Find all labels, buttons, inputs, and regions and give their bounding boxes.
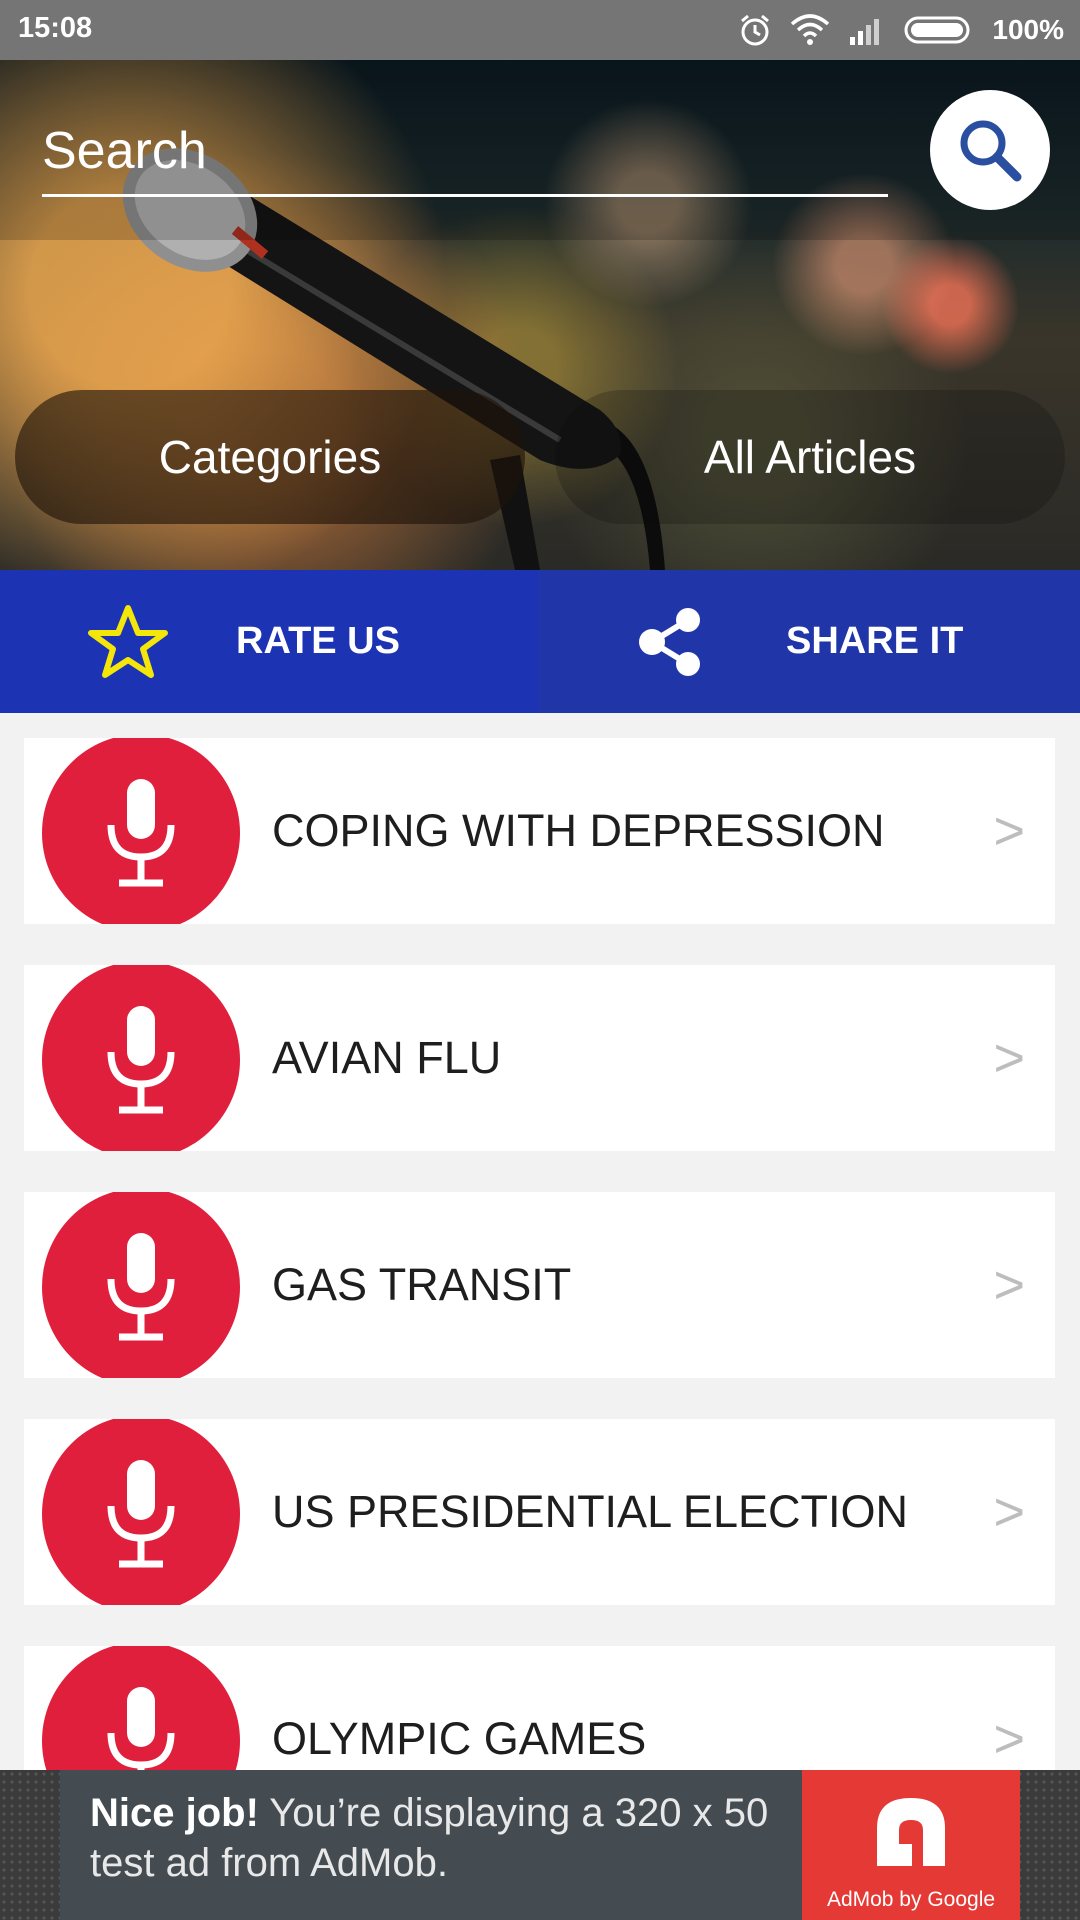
rate-us-label: RATE US	[236, 620, 400, 662]
microphone-icon	[42, 1419, 240, 1605]
article-row-gas-transit[interactable]: GAS TRANSIT >	[24, 1192, 1055, 1378]
share-it-button[interactable]: SHARE IT	[538, 570, 1080, 713]
microphone-icon	[42, 738, 240, 924]
status-time: 15:08	[18, 12, 93, 44]
article-title: GAS TRANSIT	[272, 1259, 572, 1310]
wifi-icon	[791, 14, 830, 45]
microphone-icon	[42, 1192, 240, 1378]
share-icon	[630, 606, 710, 678]
ad-banner[interactable]: Nice job! You’re displaying a 320 x 50 t…	[0, 1770, 1080, 1920]
search-button[interactable]	[930, 90, 1050, 210]
admob-logo-icon	[877, 1798, 945, 1866]
microphone-icon	[42, 965, 240, 1151]
search-bar	[0, 60, 1080, 240]
tab-all-articles[interactable]: All Articles	[555, 390, 1065, 524]
rate-us-button[interactable]: RATE US	[0, 570, 538, 713]
ad-content[interactable]: Nice job! You’re displaying a 320 x 50 t…	[60, 1770, 1020, 1920]
battery-icon	[904, 16, 970, 44]
chevron-right-icon: >	[993, 801, 1025, 861]
article-row-avian-flu[interactable]: AVIAN FLU >	[24, 965, 1055, 1151]
article-title: COPING WITH DEPRESSION	[272, 805, 885, 856]
article-title: US PRESIDENTIAL ELECTION	[272, 1486, 908, 1537]
status-bar: 15:08 100%	[0, 0, 1080, 60]
ad-text: Nice job! You’re displaying a 320 x 50 t…	[90, 1788, 830, 1888]
ad-headline: Nice job!	[90, 1791, 259, 1835]
alarm-icon	[741, 14, 770, 46]
admob-logo[interactable]: AdMob by Google	[802, 1770, 1020, 1920]
search-input[interactable]	[42, 108, 888, 197]
tab-categories[interactable]: Categories	[15, 390, 525, 524]
chevron-right-icon: >	[993, 1482, 1025, 1542]
share-it-label: SHARE IT	[786, 620, 964, 662]
action-bar: RATE US SHARE IT	[0, 570, 1080, 713]
article-list: COPING WITH DEPRESSION > AVIAN FLU > GAS…	[24, 738, 1055, 1873]
battery-percent: 100%	[992, 14, 1064, 45]
search-icon	[960, 120, 1022, 182]
chevron-right-icon: >	[993, 1028, 1025, 1088]
article-row-us-presidential-election[interactable]: US PRESIDENTIAL ELECTION >	[24, 1419, 1055, 1605]
ad-brand: AdMob by Google	[826, 1888, 996, 1911]
chevron-right-icon: >	[993, 1255, 1025, 1315]
header-hero: Categories All Articles	[0, 60, 1080, 570]
signal-icon	[850, 19, 880, 45]
star-icon	[88, 604, 168, 680]
article-row-coping-with-depression[interactable]: COPING WITH DEPRESSION >	[24, 738, 1055, 924]
article-title: AVIAN FLU	[272, 1032, 502, 1083]
